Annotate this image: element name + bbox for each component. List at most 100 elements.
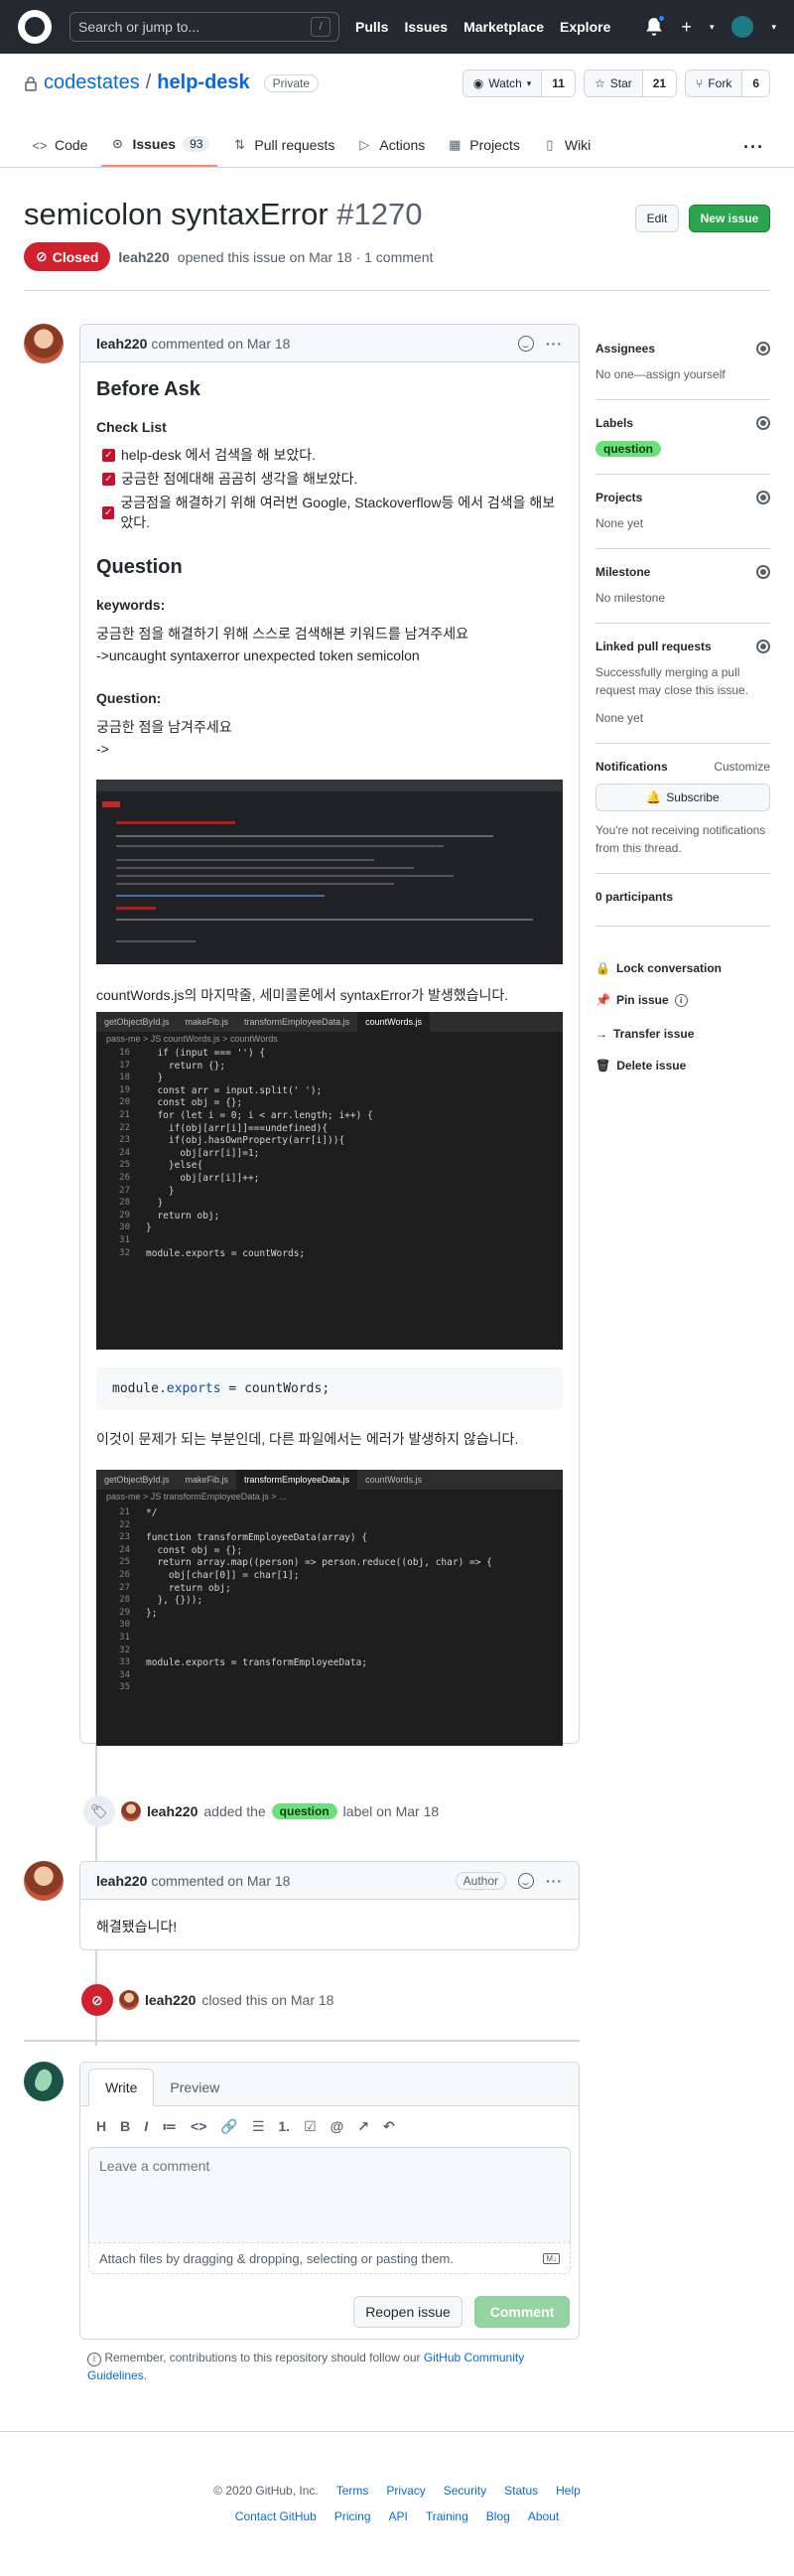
footer-link[interactable]: Help bbox=[556, 2484, 581, 2498]
footer-link[interactable]: Terms bbox=[336, 2484, 369, 2498]
tab-pull-requests[interactable]: ⇅ Pull requests bbox=[223, 123, 342, 167]
reply-icon[interactable]: ↶ bbox=[383, 2118, 395, 2135]
comment-options-icon[interactable]: ··· bbox=[546, 1873, 563, 1889]
author-badge: Author bbox=[455, 1871, 506, 1890]
add-reaction-icon[interactable] bbox=[518, 1872, 534, 1889]
issue-author-link[interactable]: leah220 bbox=[118, 249, 169, 265]
transfer-issue-button[interactable]: → Transfer issue bbox=[596, 1027, 694, 1041]
new-issue-button[interactable]: New issue bbox=[689, 205, 770, 232]
bold-icon[interactable]: B bbox=[120, 2118, 130, 2135]
fork-count[interactable]: 6 bbox=[741, 71, 769, 96]
line-number: 30 bbox=[119, 1222, 130, 1233]
closed-icon: ⊘ bbox=[81, 1984, 113, 2016]
lock-conversation-button[interactable]: 🔒 Lock conversation bbox=[596, 961, 722, 975]
repo-name-link[interactable]: help-desk bbox=[157, 72, 249, 94]
repo-owner-link[interactable]: codestates bbox=[44, 72, 140, 94]
avatar[interactable] bbox=[24, 2062, 64, 2101]
footer-link[interactable]: Contact GitHub bbox=[235, 2509, 317, 2523]
gear-icon[interactable] bbox=[756, 342, 770, 356]
line-number: 31 bbox=[119, 1235, 130, 1245]
quote-icon[interactable]: ≔ bbox=[162, 2118, 177, 2135]
user-avatar[interactable] bbox=[731, 16, 754, 38]
screenshot-countwords-code[interactable]: getObjectById.js makeFib.js transformEmp… bbox=[96, 1012, 563, 1350]
delete-issue-button[interactable]: 🗑 Delete issue bbox=[596, 1059, 686, 1073]
assign-yourself-link[interactable]: No one—assign yourself bbox=[596, 365, 770, 383]
tab-write[interactable]: Write bbox=[88, 2069, 155, 2106]
subscribe-button[interactable]: 🔔 Subscribe bbox=[596, 784, 770, 811]
footer-link[interactable]: Privacy bbox=[386, 2484, 425, 2498]
fork-button[interactable]: ⑂ Fork 6 bbox=[685, 70, 770, 97]
mention-icon[interactable]: @ bbox=[331, 2118, 344, 2135]
editor-tab: makeFib.js bbox=[185, 1475, 229, 1485]
notifications-bell-icon[interactable] bbox=[645, 14, 667, 37]
avatar[interactable] bbox=[119, 1990, 139, 2010]
nav-marketplace[interactable]: Marketplace bbox=[463, 19, 544, 35]
add-reaction-icon[interactable] bbox=[518, 335, 534, 352]
comment-textarea[interactable]: Leave a comment bbox=[88, 2147, 571, 2242]
comment-time[interactable]: commented on Mar 18 bbox=[151, 1873, 290, 1889]
event-author[interactable]: leah220 bbox=[145, 1992, 196, 2008]
gear-icon[interactable] bbox=[756, 640, 770, 653]
footer-link[interactable]: Pricing bbox=[334, 2509, 371, 2523]
customize-link[interactable]: Customize bbox=[714, 760, 770, 774]
link-icon[interactable]: 🔗 bbox=[220, 2118, 237, 2135]
tab-actions[interactable]: ▷ Actions bbox=[348, 123, 433, 167]
checkbox-checked-icon[interactable]: ✓ bbox=[102, 505, 115, 519]
reference-icon[interactable]: ↗ bbox=[357, 2118, 369, 2135]
star-button[interactable]: ☆ Star 21 bbox=[583, 70, 678, 97]
gear-icon[interactable] bbox=[756, 491, 770, 504]
comment-author[interactable]: leah220 bbox=[96, 336, 147, 352]
edit-title-button[interactable]: Edit bbox=[635, 205, 679, 232]
footer-link[interactable]: API bbox=[389, 2509, 408, 2523]
checkbox-checked-icon[interactable]: ✓ bbox=[102, 448, 115, 462]
checkbox-checked-icon[interactable]: ✓ bbox=[102, 472, 115, 486]
more-tabs-icon[interactable]: ··· bbox=[743, 137, 764, 158]
avatar[interactable] bbox=[24, 324, 64, 363]
footer-link[interactable]: Training bbox=[426, 2509, 468, 2523]
heading-icon[interactable]: H bbox=[96, 2118, 106, 2135]
nav-pulls[interactable]: Pulls bbox=[355, 19, 388, 35]
star-count[interactable]: 21 bbox=[641, 71, 677, 96]
task-list-icon[interactable]: ☑ bbox=[304, 2118, 317, 2135]
event-author[interactable]: leah220 bbox=[147, 1803, 198, 1819]
footer-link[interactable]: Blog bbox=[486, 2509, 510, 2523]
line-number: 25 bbox=[119, 1557, 130, 1568]
tab-code[interactable]: <> Code bbox=[24, 123, 95, 167]
comment-author[interactable]: leah220 bbox=[96, 1873, 147, 1889]
unordered-list-icon[interactable]: ☰ bbox=[252, 2118, 265, 2135]
ordered-list-icon[interactable]: 1. bbox=[278, 2118, 290, 2135]
checklist-item: ✓ 궁금점을 해결하기 위해 여러번 Google, Stackoverflow등… bbox=[102, 495, 556, 530]
tab-projects[interactable]: ▦ Projects bbox=[439, 123, 528, 167]
label-question[interactable]: question bbox=[271, 1803, 337, 1819]
footer-link[interactable]: Security bbox=[444, 2484, 486, 2498]
attach-files-area[interactable]: Attach files by dragging & dropping, sel… bbox=[88, 2242, 571, 2274]
footer-link[interactable]: About bbox=[528, 2509, 559, 2523]
label-question[interactable]: question bbox=[596, 441, 661, 457]
pin-icon: 📌 bbox=[596, 993, 610, 1007]
create-new-icon[interactable]: + bbox=[681, 17, 692, 38]
nav-issues[interactable]: Issues bbox=[404, 19, 448, 35]
screenshot-transform-code[interactable]: getObjectById.js makeFib.js transformEmp… bbox=[96, 1470, 563, 1746]
gear-icon[interactable] bbox=[756, 416, 770, 430]
pin-issue-button[interactable]: 📌 Pin issue i bbox=[596, 993, 688, 1007]
sidebar-participants: 0 participants bbox=[596, 890, 770, 927]
comment-time[interactable]: commented on Mar 18 bbox=[151, 336, 290, 352]
comment-options-icon[interactable]: ··· bbox=[546, 336, 563, 352]
watch-button[interactable]: ◉ Watch ▾ 11 bbox=[462, 70, 576, 97]
watch-count[interactable]: 11 bbox=[541, 71, 575, 96]
tab-issues[interactable]: ⊙ Issues 93 bbox=[101, 123, 218, 167]
tab-preview[interactable]: Preview bbox=[154, 2070, 235, 2105]
gear-icon[interactable] bbox=[756, 565, 770, 579]
avatar[interactable] bbox=[121, 1801, 141, 1821]
screenshot-error-page[interactable] bbox=[96, 780, 563, 964]
footer-link[interactable]: Status bbox=[504, 2484, 538, 2498]
code-icon[interactable]: <> bbox=[191, 2118, 206, 2135]
nav-explore[interactable]: Explore bbox=[560, 19, 610, 35]
reopen-issue-button[interactable]: Reopen issue bbox=[353, 2296, 463, 2328]
search-input[interactable]: Search or jump to... / bbox=[69, 12, 339, 42]
tab-wiki[interactable]: ▯ Wiki bbox=[534, 123, 598, 167]
github-logo-icon[interactable] bbox=[18, 10, 52, 44]
comment-submit-button[interactable]: Comment bbox=[474, 2296, 570, 2328]
avatar[interactable] bbox=[24, 1861, 64, 1901]
italic-icon[interactable]: I bbox=[144, 2118, 148, 2135]
